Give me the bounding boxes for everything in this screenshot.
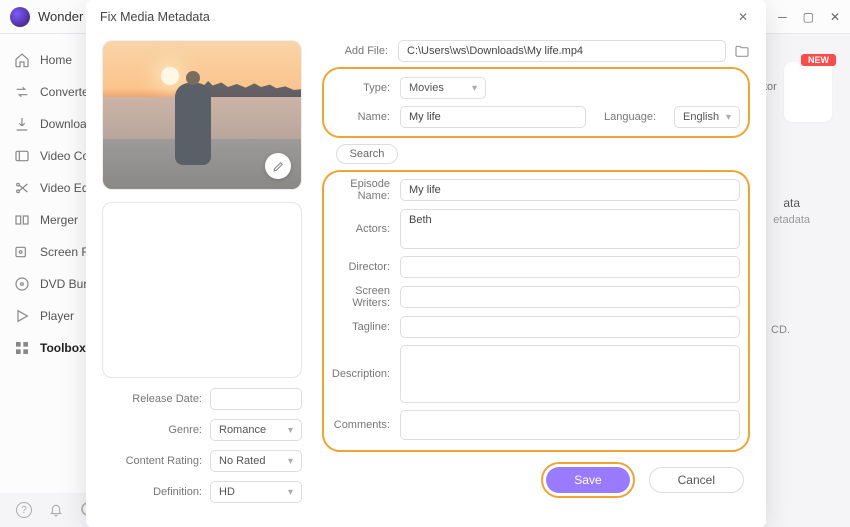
disc-icon (14, 276, 30, 292)
name-label: Name: (324, 111, 400, 123)
window-minimize[interactable]: ─ (778, 10, 787, 24)
add-file-input[interactable]: C:\Users\ws\Downloads\My life.mp4 (398, 40, 726, 62)
chevron-down-icon: ▾ (288, 456, 293, 467)
highlight-search-section: Type: Movies▾ Name: My life Language: En… (322, 67, 750, 138)
metadata-modal: Fix Media Metadata ✕ Release Date: (86, 0, 766, 527)
writers-input[interactable] (400, 286, 740, 308)
pencil-icon (272, 160, 285, 173)
sidebar-item-label: Player (40, 309, 74, 323)
sidebar: Home Converter Downloader Video Compress… (0, 34, 100, 493)
app-title: Wonder (38, 9, 83, 24)
window-maximize[interactable]: ▢ (803, 10, 814, 24)
genre-select[interactable]: Romance▾ (210, 419, 302, 441)
help-icon[interactable]: ? (16, 502, 32, 518)
episode-label: Episode Name: (324, 178, 400, 202)
writers-label: Screen Writers: (324, 285, 400, 309)
bg-meta-tail: ata (783, 196, 800, 210)
definition-select[interactable]: HD▾ (210, 481, 302, 503)
description-label: Description: (324, 368, 400, 380)
release-date-input[interactable] (210, 388, 302, 410)
sidebar-item-downloader[interactable]: Downloader (0, 108, 99, 140)
type-select[interactable]: Movies▾ (400, 77, 486, 99)
toolbox-icon (14, 340, 30, 356)
sidebar-item-dvd[interactable]: DVD Burner (0, 268, 99, 300)
bg-cd-tail: CD. (771, 324, 790, 336)
tagline-input[interactable] (400, 316, 740, 338)
director-input[interactable] (400, 256, 740, 278)
sidebar-item-player[interactable]: Player (0, 300, 99, 332)
sidebar-item-home[interactable]: Home (0, 44, 99, 76)
compressor-icon (14, 148, 30, 164)
chevron-down-icon: ▾ (288, 487, 293, 498)
new-badge: NEW (801, 54, 836, 66)
chevron-down-icon: ▾ (726, 112, 731, 123)
rating-label: Content Rating: (102, 455, 210, 467)
description-input[interactable] (400, 345, 740, 403)
bg-meta-desc: etadata (773, 214, 810, 226)
scissors-icon (14, 180, 30, 196)
window-close[interactable]: ✕ (830, 10, 840, 24)
bottom-bar: ? (0, 493, 100, 527)
comments-label: Comments: (324, 419, 400, 431)
definition-label: Definition: (102, 486, 210, 498)
rating-select[interactable]: No Rated▾ (210, 450, 302, 472)
highlight-metadata-section: Episode Name: My life Actors: Beth Direc… (322, 170, 750, 452)
sidebar-item-compressor[interactable]: Video Compressor (0, 140, 99, 172)
sidebar-item-editor[interactable]: Video Editor (0, 172, 99, 204)
genre-label: Genre: (102, 424, 210, 436)
bell-icon[interactable] (48, 502, 64, 518)
search-button[interactable]: Search (336, 144, 398, 164)
name-input[interactable]: My life (400, 106, 586, 128)
folder-icon[interactable] (734, 43, 750, 59)
modal-title: Fix Media Metadata (100, 10, 210, 24)
download-icon (14, 116, 30, 132)
sidebar-item-recorder[interactable]: Screen Recorder (0, 236, 99, 268)
bg-feature-text: tor (764, 80, 834, 95)
language-label: Language: (604, 111, 666, 123)
modal-close[interactable]: ✕ (734, 8, 752, 26)
add-file-label: Add File: (322, 45, 398, 57)
converter-icon (14, 84, 30, 100)
comments-input[interactable] (400, 410, 740, 440)
sidebar-item-label: Converter (40, 85, 93, 99)
sidebar-item-toolbox[interactable]: Toolbox (0, 332, 99, 364)
tagline-label: Tagline: (324, 321, 400, 333)
highlight-save: Save (541, 462, 634, 498)
play-icon (14, 308, 30, 324)
chevron-down-icon: ▾ (288, 425, 293, 436)
episode-input[interactable]: My life (400, 179, 740, 201)
home-icon (14, 52, 30, 68)
sidebar-item-converter[interactable]: Converter (0, 76, 99, 108)
sidebar-item-label: Merger (40, 213, 78, 227)
recorder-icon (14, 244, 30, 260)
type-label: Type: (324, 82, 400, 94)
actors-label: Actors: (324, 223, 400, 235)
sidebar-item-label: Home (40, 53, 72, 67)
sidebar-item-label: Toolbox (40, 341, 86, 355)
edit-thumbnail-button[interactable] (265, 153, 291, 179)
save-button[interactable]: Save (546, 467, 629, 493)
media-thumbnail (102, 40, 302, 190)
actors-input[interactable]: Beth (400, 209, 740, 249)
release-date-label: Release Date: (102, 393, 210, 405)
language-select[interactable]: English▾ (674, 106, 740, 128)
sidebar-item-merger[interactable]: Merger (0, 204, 99, 236)
poster-placeholder (102, 202, 302, 378)
director-label: Director: (324, 261, 400, 273)
app-logo (10, 7, 30, 27)
cancel-button[interactable]: Cancel (649, 467, 744, 493)
merger-icon (14, 212, 30, 228)
chevron-down-icon: ▾ (472, 83, 477, 94)
